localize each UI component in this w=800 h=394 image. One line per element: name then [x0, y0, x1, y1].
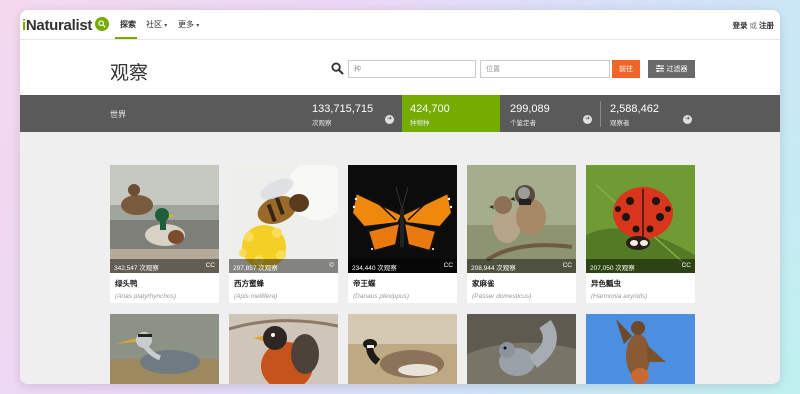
scientific-name: (Passer domesticus): [472, 293, 532, 300]
species-names: 绿头鸭 (Anas platyrhynchos): [110, 273, 219, 303]
common-name[interactable]: 西方蜜蜂: [234, 278, 333, 289]
stat-identifiers[interactable]: 299,089 个鉴定者 ➜: [502, 95, 600, 132]
place-label: 世界: [110, 110, 126, 119]
signup-link[interactable]: 注册: [759, 21, 774, 30]
license-badge[interactable]: CC: [444, 262, 453, 269]
species-photo[interactable]: 208,944 次观察 CC: [467, 165, 576, 273]
species-photo[interactable]: [586, 314, 695, 384]
species-photo[interactable]: 207,050 次观察 CC: [586, 165, 695, 273]
arrow-right-icon: ➜: [385, 115, 394, 124]
nav-explore[interactable]: 探索: [120, 19, 136, 30]
license-badge[interactable]: CC: [206, 262, 215, 269]
common-name[interactable]: 绿头鸭: [115, 278, 214, 289]
species-names: 西方蜜蜂 (Apis mellifera): [229, 273, 338, 303]
location-input[interactable]: [480, 60, 610, 78]
license-badge[interactable]: CC: [682, 262, 691, 269]
species-photo[interactable]: 297,857 次观察 ©: [229, 165, 338, 273]
common-name[interactable]: 帝王蝶: [353, 278, 452, 289]
go-button[interactable]: 前往: [612, 60, 640, 78]
species-photo[interactable]: [348, 314, 457, 384]
photo-meta: 297,857 次观察 ©: [229, 259, 338, 273]
species-photo[interactable]: [110, 314, 219, 384]
stat-label: 次观察: [312, 120, 332, 127]
stat-label: 种物种: [410, 120, 430, 127]
species-input[interactable]: [348, 60, 476, 78]
species-card[interactable]: 297,857 次观察 © 西方蜜蜂 (Apis mellifera): [229, 165, 338, 303]
nav-active-indicator: [115, 37, 137, 39]
species-photo[interactable]: 342,547 次观察 CC: [110, 165, 219, 273]
scientific-name: (Anas platyrhynchos): [115, 293, 177, 300]
stat-value: 2,588,462: [610, 103, 659, 115]
common-name[interactable]: 家麻雀: [472, 278, 571, 289]
observation-count: 234,440 次观察: [352, 265, 397, 272]
photo-meta: 208,944 次观察 CC: [467, 259, 576, 273]
sliders-icon: [655, 64, 664, 74]
search-icon: [331, 62, 344, 80]
stat-divider: [600, 101, 601, 127]
species-card[interactable]: [110, 314, 219, 384]
scientific-name: (Danaus plexippus): [353, 293, 410, 300]
species-card[interactable]: 342,547 次观察 CC 绿头鸭 (Anas platyrhynchos): [110, 165, 219, 303]
species-card[interactable]: 234,440 次观察 CC 帝王蝶 (Danaus plexippus): [348, 165, 457, 303]
observation-count: 342,547 次观察: [114, 265, 159, 272]
nav-more[interactable]: 更多 ▾: [178, 19, 199, 30]
photo-meta: 207,050 次观察 CC: [586, 259, 695, 273]
species-photo[interactable]: [229, 314, 338, 384]
stats-bar: 世界 133,715,715 次观察 ➜ 424,700 种物种 299,089…: [20, 95, 780, 132]
arrow-right-icon: ➜: [583, 115, 592, 124]
scientific-name: (Apis mellifera): [234, 293, 278, 300]
page-title: 观察: [110, 63, 149, 84]
auth-separator: 或: [749, 21, 758, 30]
stat-label: 观察者: [610, 120, 630, 127]
nav-community[interactable]: 社区 ▾: [146, 19, 167, 30]
species-photo[interactable]: [467, 314, 576, 384]
arrow-right-icon: ➜: [683, 115, 692, 124]
stat-value: 424,700: [410, 103, 450, 115]
species-card[interactable]: [348, 314, 457, 384]
species-names: 家麻雀 (Passer domesticus): [467, 273, 576, 303]
species-names: 异色瓢虫 (Harmonia axyridis): [586, 273, 695, 303]
species-card[interactable]: 207,050 次观察 CC 异色瓢虫 (Harmonia axyridis): [586, 165, 695, 303]
browser-window: iNaturalist 探索 社区 ▾ 更多 ▾ 登录或注册 观察 前往 过滤器…: [20, 10, 780, 384]
scientific-name: (Harmonia axyridis): [591, 293, 648, 300]
species-card[interactable]: [586, 314, 695, 384]
chevron-down-icon: ▾: [196, 23, 200, 29]
species-photo[interactable]: 234,440 次观察 CC: [348, 165, 457, 273]
species-card[interactable]: [467, 314, 576, 384]
search-icon[interactable]: [95, 17, 109, 31]
stat-label: 个鉴定者: [510, 120, 536, 127]
stat-observations[interactable]: 133,715,715 次观察 ➜: [304, 95, 402, 132]
observation-count: 297,857 次观察: [233, 265, 278, 272]
photo-meta: 342,547 次观察 CC: [110, 259, 219, 273]
species-names: 帝王蝶 (Danaus plexippus): [348, 273, 457, 303]
observation-count: 208,944 次观察: [471, 265, 516, 272]
common-name[interactable]: 异色瓢虫: [591, 278, 690, 289]
stat-value: 299,089: [510, 103, 550, 115]
observation-count: 207,050 次观察: [590, 265, 635, 272]
login-link[interactable]: 登录: [733, 21, 748, 30]
top-navigation: iNaturalist 探索 社区 ▾ 更多 ▾ 登录或注册: [20, 10, 780, 40]
species-card[interactable]: 208,944 次观察 CC 家麻雀 (Passer domesticus): [467, 165, 576, 303]
chevron-down-icon: ▾: [164, 23, 168, 29]
license-badge[interactable]: CC: [563, 262, 572, 269]
license-badge[interactable]: ©: [329, 262, 334, 269]
auth-links: 登录或注册: [733, 20, 775, 31]
species-card[interactable]: [229, 314, 338, 384]
filters-button[interactable]: 过滤器: [648, 60, 695, 78]
photo-meta: 234,440 次观察 CC: [348, 259, 457, 273]
inaturalist-logo[interactable]: iNaturalist: [22, 17, 92, 34]
stat-species[interactable]: 424,700 种物种: [402, 95, 500, 132]
stat-value: 133,715,715: [312, 103, 374, 115]
stat-observers[interactable]: 2,588,462 观察者 ➜: [602, 95, 700, 132]
